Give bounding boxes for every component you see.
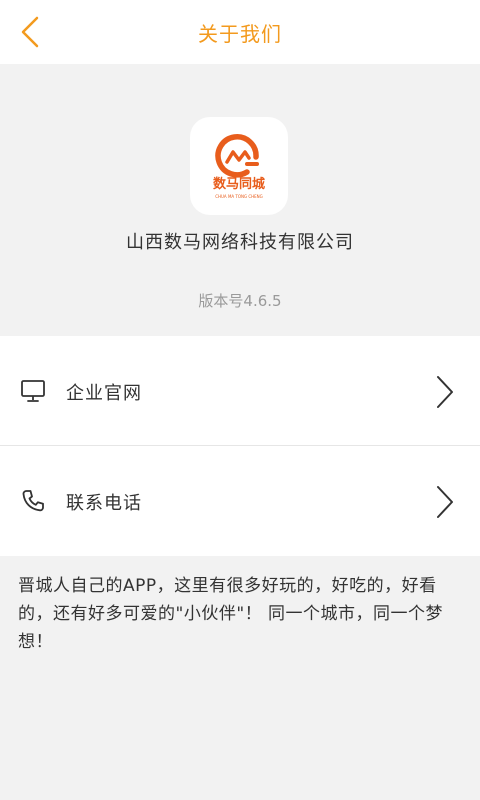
app-description: 晋城人自己的APP，这里有很多好玩的，好吃的，好看的，还有好多可爱的"小伙伴"！… xyxy=(18,576,444,652)
monitor-icon xyxy=(20,378,46,404)
company-name: 山西数马网络科技有限公司 xyxy=(126,232,354,253)
version-label: 版本号4.6.5 xyxy=(198,292,282,310)
menu-list: 企业官网 联系电话 xyxy=(0,336,480,556)
page-title: 关于我们 xyxy=(198,22,282,46)
about-info-section: 数马同城 CHUA MA TONG CHENG 山西数马网络科技有限公司 版本号… xyxy=(0,64,480,336)
phone-icon xyxy=(20,488,46,514)
menu-item-phone[interactable]: 联系电话 xyxy=(0,446,480,556)
app-logo: 数马同城 CHUA MA TONG CHENG xyxy=(190,117,288,215)
top-navigation-bar: 关于我们 xyxy=(0,0,480,64)
menu-item-label: 企业官网 xyxy=(66,383,142,404)
menu-item-website[interactable]: 企业官网 xyxy=(0,336,480,446)
chevron-right-icon xyxy=(434,374,456,410)
logo-text: 数马同城 xyxy=(213,176,265,192)
logo-subtext: CHUA MA TONG CHENG xyxy=(215,194,263,199)
menu-item-label: 联系电话 xyxy=(66,493,142,514)
chevron-right-icon xyxy=(434,484,456,520)
logo-graphic: 数马同城 CHUA MA TONG CHENG xyxy=(213,134,265,199)
